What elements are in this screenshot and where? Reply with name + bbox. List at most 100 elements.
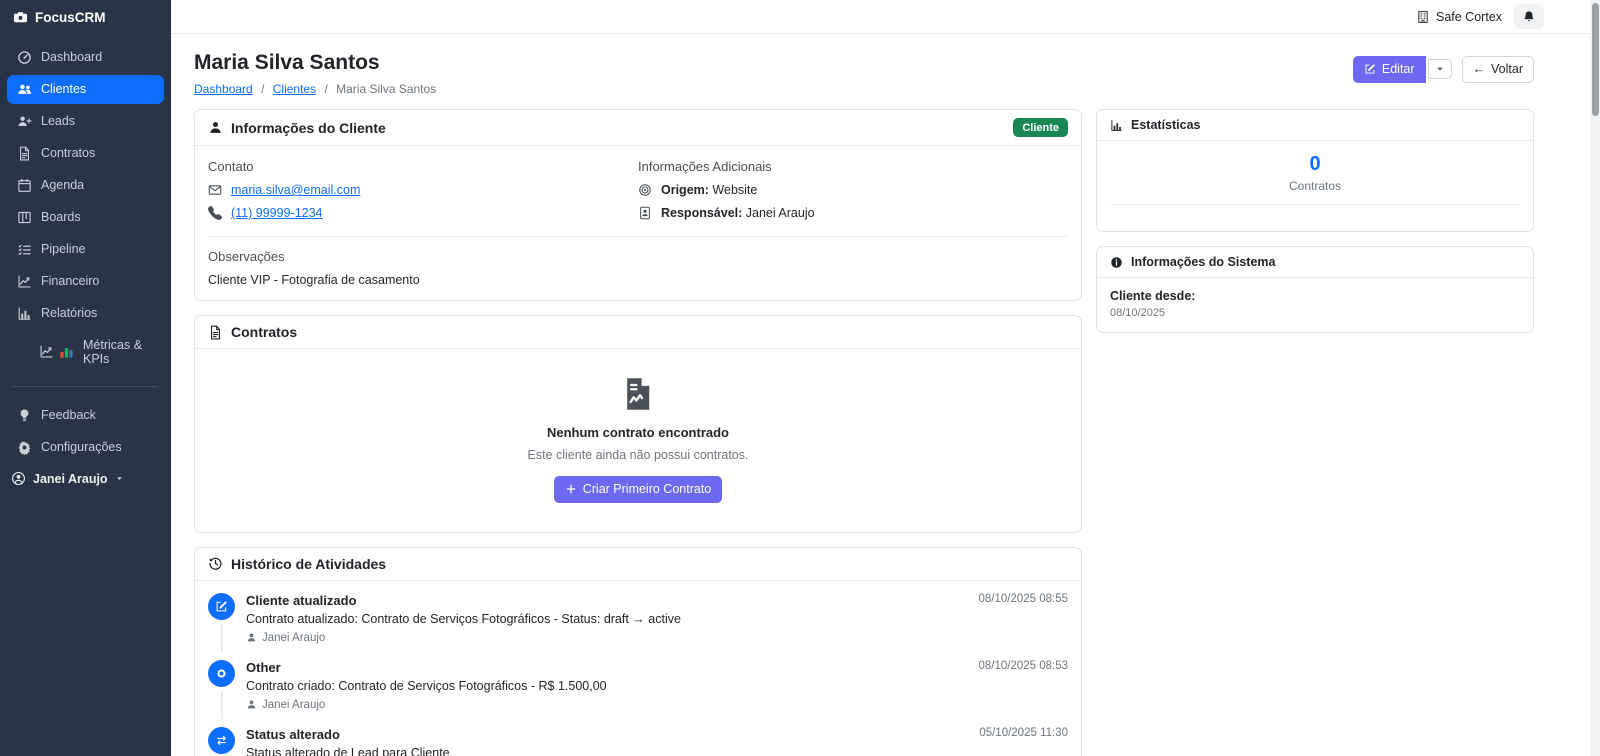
sidebar-item-relatorios[interactable]: Relatórios xyxy=(7,299,164,328)
bell-icon xyxy=(1522,10,1536,24)
circle-ring-icon xyxy=(215,667,228,680)
origin-label: Origem: xyxy=(661,183,709,197)
pencil-square-icon xyxy=(1364,63,1376,75)
activity-header: Histórico de Atividades xyxy=(195,548,1081,581)
status-badge: Cliente xyxy=(1013,118,1068,137)
statistics-title: Estatísticas xyxy=(1131,118,1201,132)
activity-item-title: Status alterado xyxy=(246,726,340,742)
page-content: Maria Silva Santos Dashboard / Clientes … xyxy=(171,34,1600,756)
phone-icon xyxy=(208,206,222,220)
activity-description: Status alterado de Lead para Cliente xyxy=(246,745,450,756)
speedometer-icon xyxy=(17,50,32,65)
edit-dropdown-toggle[interactable] xyxy=(1427,59,1452,80)
sidebar-item-boards[interactable]: Boards xyxy=(7,203,164,232)
additional-info-label: Informações Adicionais xyxy=(638,159,772,174)
sidebar-item-feedback[interactable]: Feedback xyxy=(7,401,164,430)
lightbulb-icon xyxy=(17,408,32,423)
breadcrumb-link-clientes[interactable]: Clientes xyxy=(273,82,316,96)
sidebar-item-leads[interactable]: Leads xyxy=(7,107,164,136)
client-since-value: 08/10/2025 xyxy=(1110,307,1166,319)
breadcrumb-separator: / xyxy=(261,82,265,96)
app-root: FocusCRM Dashboard Clientes Leads Contra… xyxy=(0,0,1600,756)
sidebar-item-label: Configurações xyxy=(41,440,122,454)
back-button-label: Voltar xyxy=(1491,62,1523,76)
client-info-body: Contato maria.silva@email.com (11) 99999… xyxy=(195,146,1081,300)
building-icon xyxy=(1416,10,1430,24)
sidebar-item-label: Feedback xyxy=(41,408,96,422)
scrollbar-thumb[interactable] xyxy=(1591,3,1599,116)
activity-timestamp: 08/10/2025 08:53 xyxy=(978,659,1068,672)
activity-description: Contrato criado: Contrato de Serviços Fo… xyxy=(246,678,607,693)
sidebar-item-pipeline[interactable]: Pipeline xyxy=(7,235,164,264)
origin-row: Origem: Website xyxy=(638,183,1068,197)
sidebar-item-label: Relatórios xyxy=(41,306,98,320)
back-button[interactable]: ← Voltar xyxy=(1461,56,1534,83)
sidebar-item-clientes[interactable]: Clientes xyxy=(7,74,164,104)
system-info-title-row: Informações do Sistema xyxy=(1110,255,1276,269)
pencil-square-icon xyxy=(215,600,228,613)
sidebar-item-label: Leads xyxy=(41,114,76,128)
breadcrumb-link-dashboard[interactable]: Dashboard xyxy=(194,82,253,96)
timeline-line xyxy=(220,690,223,719)
activity-timestamp: 05/10/2025 11:30 xyxy=(979,726,1068,739)
sidebar-item-dashboard[interactable]: Dashboard xyxy=(7,43,164,72)
origin-text: Origem: Website xyxy=(661,183,757,197)
activity-bubble xyxy=(208,659,235,687)
caret-down-icon xyxy=(115,474,124,483)
activity-user: Janei Araujo xyxy=(246,699,1068,711)
system-info-header: Informações do Sistema xyxy=(1097,247,1533,278)
phone-link[interactable]: (11) 99999-1234 xyxy=(231,206,323,220)
gear-icon xyxy=(17,440,32,455)
edit-button[interactable]: Editar xyxy=(1352,56,1426,83)
contact-label: Contato xyxy=(208,159,254,174)
side-column: Estatísticas 0 Contratos Informações do … xyxy=(1096,109,1534,756)
bullseye-icon xyxy=(638,183,652,197)
sidebar-item-agenda[interactable]: Agenda xyxy=(7,171,164,200)
sidebar-item-configuracoes[interactable]: Configurações xyxy=(7,433,164,462)
sidebar-item-financeiro[interactable]: Financeiro xyxy=(7,267,164,296)
sidebar-user-menu[interactable]: Janei Araujo xyxy=(0,463,171,494)
bar-chart-icon xyxy=(1110,119,1123,132)
breadcrumb: Dashboard / Clientes / Maria Silva Santo… xyxy=(194,82,436,96)
graph-up-icon xyxy=(39,344,54,359)
create-first-contract-button[interactable]: Criar Primeiro Contrato xyxy=(553,476,723,503)
person-icon xyxy=(246,632,257,643)
chart-colored-icon xyxy=(59,344,74,359)
sidebar-item-label: Agenda xyxy=(41,178,85,192)
notes-text: Cliente VIP - Fotografia de casamento xyxy=(208,273,420,287)
activity-content: Other 08/10/2025 08:53 Contrato criado: … xyxy=(246,660,1068,719)
sidebar-item-label: Contratos xyxy=(41,146,96,160)
phone-row: (11) 99999-1234 xyxy=(208,206,638,220)
contracts-empty-state: Nenhum contrato encontrado Este cliente … xyxy=(195,349,1081,532)
workspace-indicator: Safe Cortex xyxy=(1416,10,1502,24)
client-info-title: Informações do Cliente xyxy=(231,119,386,136)
plus-icon xyxy=(565,483,577,495)
info-circle-icon xyxy=(1110,256,1123,269)
person-circle-icon xyxy=(11,471,26,486)
arrow-left-icon: ← xyxy=(1472,62,1486,76)
activity-rail xyxy=(208,726,235,756)
camera-icon xyxy=(13,10,28,25)
contact-column: Contato maria.silva@email.com (11) 99999… xyxy=(208,159,638,229)
graph-up-icon xyxy=(17,274,32,289)
sidebar-item-label: Pipeline xyxy=(41,242,86,256)
sidebar-item-metricas-kpis[interactable]: Métricas & KPIs xyxy=(7,331,164,373)
list-check-icon xyxy=(17,242,32,257)
activity-item: Status alterado 05/10/2025 11:30 Status … xyxy=(195,719,1081,756)
system-info-body: Cliente desde: 08/10/2025 xyxy=(1097,278,1533,332)
activity-item-title: Other xyxy=(246,659,281,675)
activity-item: Other 08/10/2025 08:53 Contrato criado: … xyxy=(195,652,1081,719)
activity-bubble xyxy=(208,726,235,754)
activity-bubble xyxy=(208,592,235,620)
person-icon xyxy=(246,699,257,710)
owner-value: Janei Araujo xyxy=(745,206,815,220)
page-scrollbar[interactable] xyxy=(1590,0,1600,756)
contracts-header: Contratos xyxy=(195,316,1081,349)
file-text-icon xyxy=(17,146,32,161)
sidebar-user-name: Janei Araujo xyxy=(33,471,108,486)
bar-chart-icon xyxy=(17,306,32,321)
email-link[interactable]: maria.silva@email.com xyxy=(231,183,360,197)
sidebar-item-contratos[interactable]: Contratos xyxy=(7,139,164,168)
notifications-button[interactable] xyxy=(1514,4,1544,29)
activity-title-row: Histórico de Atividades xyxy=(208,556,386,572)
